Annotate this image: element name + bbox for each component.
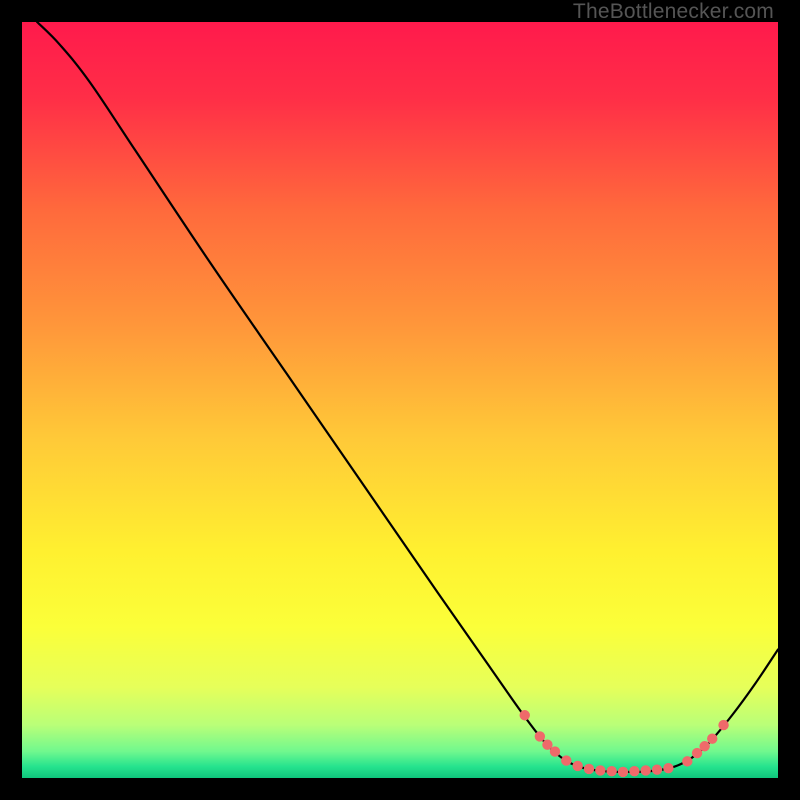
marker-dot xyxy=(584,764,594,774)
bottleneck-chart xyxy=(22,22,778,778)
marker-dot xyxy=(535,731,545,741)
marker-dot xyxy=(629,766,639,776)
marker-dot xyxy=(561,755,571,765)
marker-dot xyxy=(641,765,651,775)
gradient-background xyxy=(22,22,778,778)
marker-dot xyxy=(572,761,582,771)
marker-dot xyxy=(595,765,605,775)
marker-dot xyxy=(699,741,709,751)
marker-dot xyxy=(606,766,616,776)
marker-dot xyxy=(618,767,628,777)
marker-dot xyxy=(682,756,692,766)
chart-frame xyxy=(22,22,778,778)
marker-dot xyxy=(663,763,673,773)
marker-dot xyxy=(550,746,560,756)
marker-dot xyxy=(652,764,662,774)
marker-dot xyxy=(707,733,717,743)
marker-dot xyxy=(520,710,530,720)
marker-dot xyxy=(718,720,728,730)
watermark-label: TheBottlenecker.com xyxy=(573,0,774,24)
